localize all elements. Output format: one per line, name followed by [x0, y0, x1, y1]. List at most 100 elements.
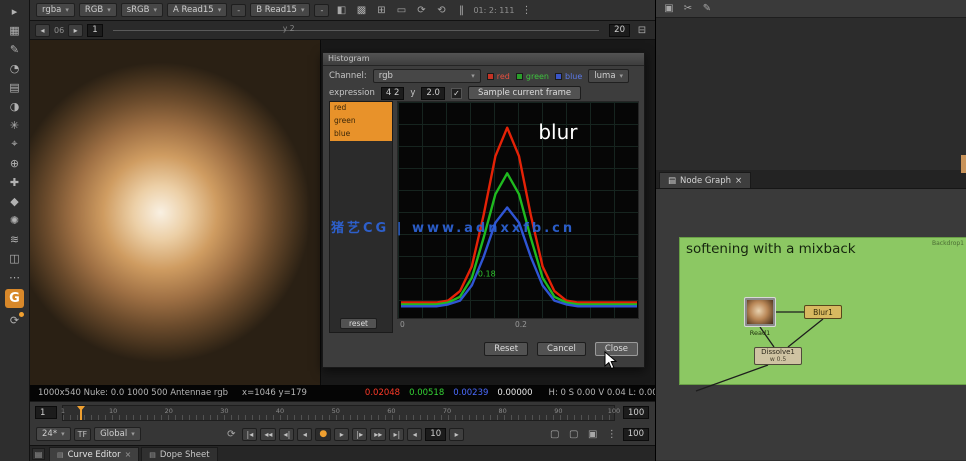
frame-field[interactable]: 1 [87, 23, 103, 37]
close-icon[interactable]: × [735, 176, 742, 186]
current-frame-button[interactable]: ● [315, 427, 332, 441]
first-frame-button[interactable]: |◂ [242, 427, 258, 441]
roi-icon[interactable]: ⊞ [373, 3, 389, 17]
filter-icon[interactable]: ✳ [5, 117, 25, 133]
panel-menu-icon[interactable]: ▤ [32, 448, 45, 460]
cancel-button[interactable]: Cancel [537, 342, 586, 356]
panel-divider-handle[interactable] [961, 155, 966, 173]
deep-icon[interactable]: ≋ [5, 231, 25, 247]
list-item-red[interactable]: red [330, 102, 392, 115]
input-b-clear-button[interactable]: - [314, 3, 330, 17]
read-node[interactable] [744, 297, 776, 327]
tab-curve-editor[interactable]: ▤ Curve Editor × [49, 447, 140, 461]
prev-version-button[interactable]: ◂ [35, 23, 50, 37]
blur-node[interactable]: Blur1 [804, 305, 842, 319]
right-panel: ▣ ✂ ✎ ▤ Node Graph × softening with a mixb… [655, 0, 966, 461]
close-icon[interactable]: × [125, 450, 132, 459]
frame-dec-button[interactable]: ◂ [407, 427, 423, 441]
node-graph-canvas[interactable]: softening with a mixback Backdrop1 Read1… [656, 189, 966, 460]
next-frame-button[interactable]: |▸ [352, 427, 368, 441]
channel-icon[interactable]: ▤ [5, 79, 25, 95]
refresh-icon[interactable]: ⟳ [413, 3, 429, 17]
playhead[interactable] [76, 406, 85, 420]
range-mode-select[interactable]: Global ▾ [94, 427, 141, 441]
tab-dope-sheet[interactable]: ▤ Dope Sheet [141, 447, 218, 461]
tab-node-graph[interactable]: ▤ Node Graph × [659, 172, 752, 188]
more-dots-icon[interactable]: ⋮ [518, 3, 534, 17]
overlay-checkbox[interactable]: ✓ [450, 87, 462, 99]
mode-select[interactable]: luma ▾ [588, 69, 630, 83]
viewer-slider[interactable]: y 2 [112, 24, 600, 33]
wipe-icon[interactable]: ◧ [333, 3, 349, 17]
input-b-select[interactable]: B Read15 ▾ [250, 3, 311, 17]
play-forward-button[interactable]: ▸ [334, 427, 350, 441]
fast-forward-button[interactable]: ▸▸ [370, 427, 387, 441]
prev-frame-button[interactable]: ◂| [279, 427, 295, 441]
particles-icon[interactable]: ✺ [5, 212, 25, 228]
dock-icon[interactable]: ▣ [661, 2, 677, 16]
list-reset-button[interactable]: reset [340, 318, 377, 329]
fast-backward-button[interactable]: ◂◂ [260, 427, 277, 441]
more-icon[interactable]: ⋮ [604, 427, 620, 441]
dissolve-node[interactable]: Dissolve1 w 0.5 [754, 347, 802, 365]
time-icon[interactable]: ◔ [5, 60, 25, 76]
frame-ruler[interactable]: 1 10 20 30 40 50 60 70 80 90 100 [61, 405, 620, 421]
frame-inc-button[interactable]: ▸ [449, 427, 465, 441]
sync-icon[interactable]: ⟲ [433, 3, 449, 17]
layer-select[interactable]: rgba ▾ [36, 3, 75, 17]
red-checkbox[interactable]: red [486, 72, 510, 81]
reset-button[interactable]: Reset [484, 342, 529, 356]
channel-list[interactable]: red green blue reset [329, 101, 393, 333]
range-end-field[interactable]: 100 [623, 406, 649, 419]
checker-icon[interactable]: ▩ [353, 3, 369, 17]
cut-icon[interactable]: ✂ [680, 2, 696, 16]
frame-increment-field[interactable]: 10 [425, 427, 447, 441]
collapse-icon[interactable]: ⊟ [634, 23, 650, 37]
play-backward-button[interactable]: ◂ [297, 427, 313, 441]
transform-icon[interactable]: ✚ [5, 174, 25, 190]
pointer-icon[interactable]: ▸ [5, 3, 25, 19]
expression-field[interactable]: 4 2 [380, 86, 405, 100]
tf-button[interactable]: TF [73, 427, 92, 441]
sample-current-frame-button[interactable]: Sample current frame [467, 86, 582, 100]
edit-icon[interactable]: ✎ [699, 2, 715, 16]
input-a-clear-button[interactable]: - [231, 3, 247, 17]
last-frame-button[interactable]: ▸| [389, 427, 405, 441]
blue-checkbox[interactable]: blue [555, 72, 582, 81]
format-info: 1000x540 Nuke: 0.0 1000 500 Antennae rgb [38, 388, 229, 398]
viewer-canvas[interactable] [30, 40, 321, 385]
bottom-tab-bar: ▤ ▤ Curve Editor × ▤ Dope Sheet [30, 445, 655, 461]
pause-icon[interactable]: ‖ [453, 3, 469, 17]
keyer-icon[interactable]: ⌖ [5, 136, 25, 152]
curve-graph[interactable]: blur 0.18 [397, 101, 639, 319]
display-select[interactable]: sRGB ▾ [120, 3, 163, 17]
color-icon[interactable]: ◑ [5, 98, 25, 114]
caret-icon: ▾ [619, 72, 624, 80]
green-checkbox[interactable]: green [515, 72, 549, 81]
dialog-titlebar[interactable]: Histogram [323, 53, 644, 66]
other-icon[interactable]: ⋯ [5, 269, 25, 285]
y-field[interactable]: 2.0 [421, 86, 445, 100]
list-item-green[interactable]: green [330, 115, 392, 128]
fps-select[interactable]: 24* ▾ [36, 427, 71, 441]
next-version-button[interactable]: ▸ [68, 23, 84, 37]
3d-icon[interactable]: ◆ [5, 193, 25, 209]
update-icon[interactable]: ⟳ [5, 312, 25, 328]
merge-icon[interactable]: ⊕ [5, 155, 25, 171]
channel-select[interactable]: RGB ▾ [78, 3, 117, 17]
loop-icon[interactable]: ⟳ [223, 427, 239, 441]
g-logo[interactable]: G [5, 289, 24, 308]
range-end-field[interactable]: 100 [622, 427, 649, 441]
list-item-blue[interactable]: blue [330, 128, 392, 141]
viewer-range-a-icon[interactable]: ▢ [547, 427, 563, 441]
image-icon[interactable]: ▦ [5, 22, 25, 38]
lock-icon[interactable]: ▣ [585, 427, 601, 441]
range-start-field[interactable]: 1 [35, 406, 57, 419]
channel-select[interactable]: rgb ▾ [372, 69, 481, 83]
input-a-select[interactable]: A Read15 ▾ [167, 3, 228, 17]
viewer-range-b-icon[interactable]: ▢ [566, 427, 582, 441]
zoom-field[interactable]: 20 [609, 23, 630, 37]
views-icon[interactable]: ◫ [5, 250, 25, 266]
monitor-icon[interactable]: ▭ [393, 3, 409, 17]
draw-icon[interactable]: ✎ [5, 41, 25, 57]
